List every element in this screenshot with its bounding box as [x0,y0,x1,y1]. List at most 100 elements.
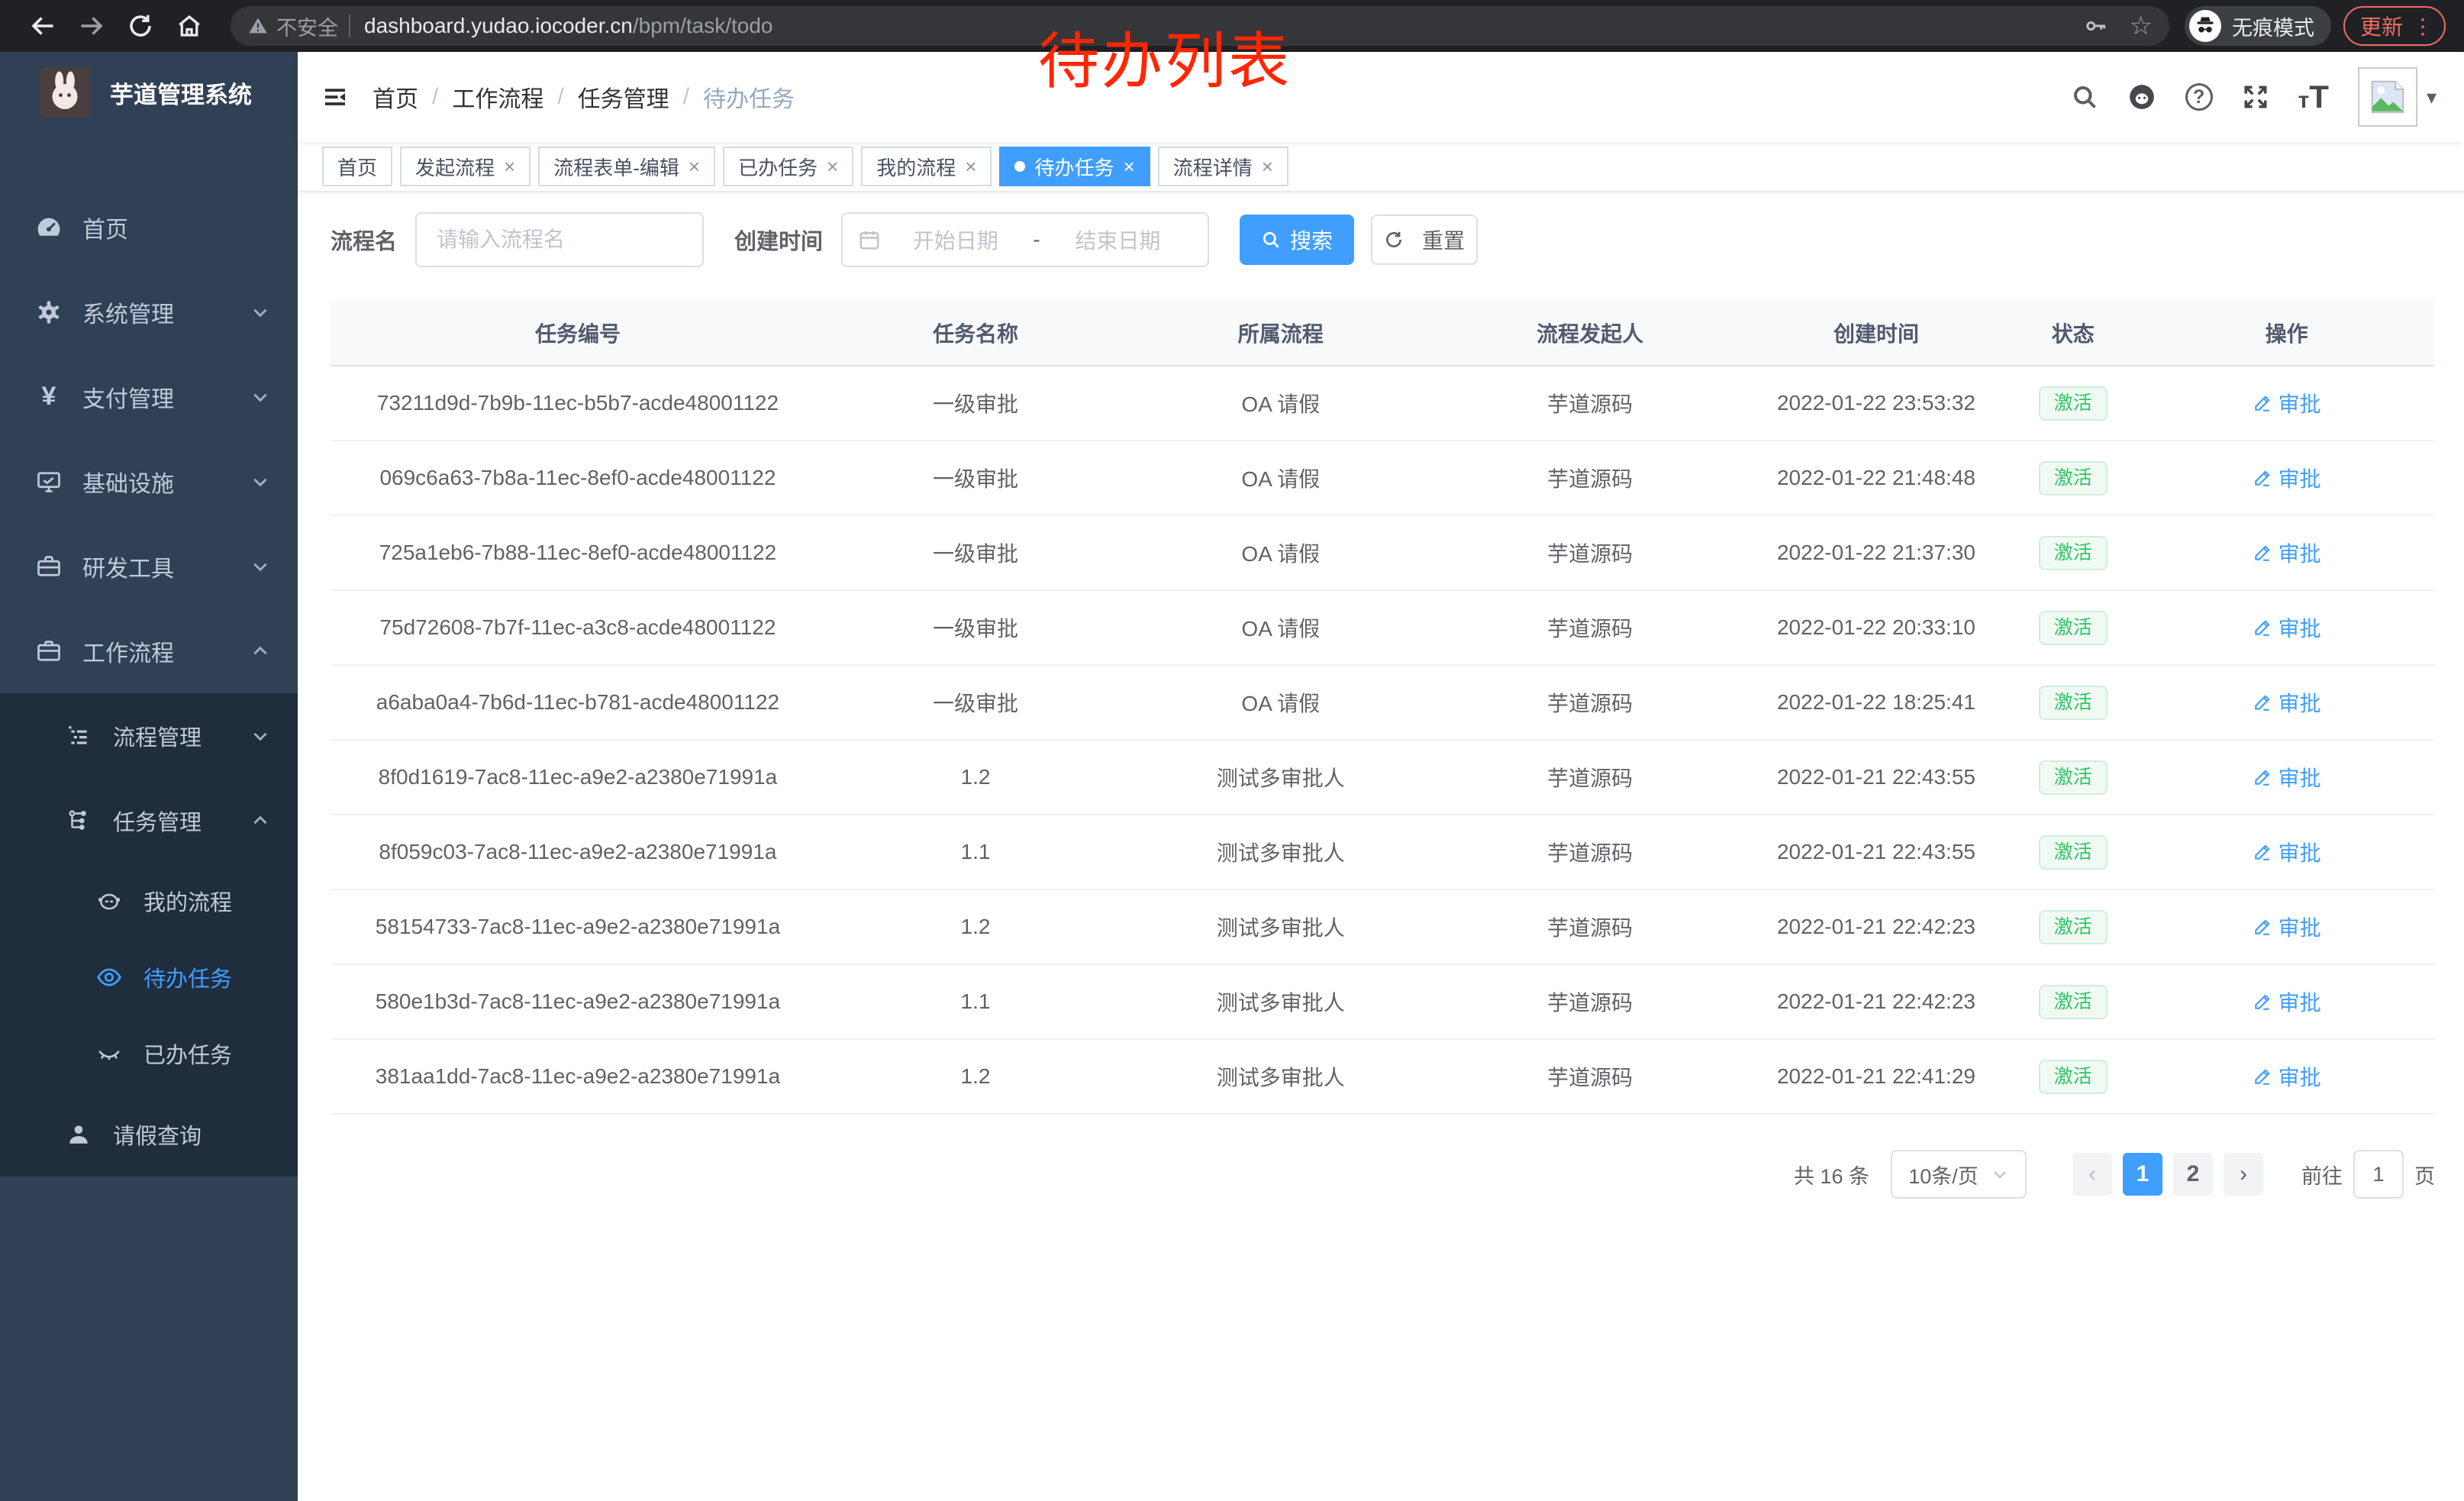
breadcrumb-task-management[interactable]: 任务管理 [578,80,669,114]
avatar-caret-icon[interactable]: ▾ [2427,86,2437,109]
sidebar-item-payment[interactable]: ¥ 支付管理 [0,354,298,439]
sidebar-item-label: 已办任务 [144,1038,232,1070]
approve-button[interactable]: 审批 [2253,837,2321,867]
sidebar-menu: 首页 系统管理 ¥ 支付管理 基础设施 研发工具 [0,185,298,1177]
forward-icon[interactable] [78,12,105,40]
page-button-2[interactable]: 2 [2173,1153,2213,1196]
avatar[interactable] [2358,67,2417,127]
incognito-badge: 无痕模式 [2185,6,2331,46]
help-icon[interactable]: ? [2185,83,2213,111]
search-icon[interactable] [2071,83,2098,111]
calendar-icon [858,228,881,251]
user-icon [66,1122,93,1148]
key-icon[interactable] [2084,14,2108,38]
close-icon[interactable]: × [965,155,976,179]
app-logo-row[interactable]: 芋道管理系统 [0,52,298,133]
tab-process-detail[interactable]: 流程详情× [1158,147,1288,186]
breadcrumb-workflow[interactable]: 工作流程 [452,80,543,114]
sidebar-item-task-management[interactable]: 任务管理 [0,778,298,863]
page-size-select[interactable]: 10条/页 [1891,1150,2027,1199]
approve-button[interactable]: 审批 [2253,612,2321,643]
tab-process-form-edit[interactable]: 流程表单-编辑× [538,147,715,186]
status-badge: 激活 [2039,686,2108,720]
approve-button[interactable]: 审批 [2253,388,2321,418]
sidebar-item-dev-tools[interactable]: 研发工具 [0,524,298,608]
breadcrumb-home[interactable]: 首页 [373,80,418,114]
dashboard-icon [35,214,63,241]
approve-button[interactable]: 审批 [2253,762,2321,792]
column-initiator: 流程发起人 [1435,318,1744,348]
security-label[interactable]: 不安全 [276,11,338,41]
sidebar-item-process-management[interactable]: 流程管理 [0,693,298,778]
goto-page-input[interactable] [2353,1150,2404,1199]
table-row: 069c6a63-7b8a-11ec-8ef0-acde48001122 一级审… [331,441,2435,516]
page-unit-label: 页 [2414,1160,2435,1190]
url-path: /bpm/task/todo [633,14,773,38]
toolbox-icon [35,553,63,580]
update-button[interactable]: 更新 ⋮ [2343,6,2446,46]
sidebar-collapse-icon[interactable] [321,82,350,111]
approve-button[interactable]: 审批 [2253,912,2321,942]
approve-button[interactable]: 审批 [2253,986,2321,1017]
reset-button[interactable]: 重置 [1371,215,1478,265]
approve-button[interactable]: 审批 [2253,1061,2321,1092]
sidebar-item-home[interactable]: 首页 [0,185,298,270]
home-icon[interactable] [176,12,203,40]
prev-page-button[interactable]: ‹ [2072,1153,2112,1196]
sidebar-item-todo-tasks[interactable]: 待办任务 [0,939,298,1015]
close-icon[interactable]: × [689,155,700,179]
breadcrumb-current: 待办任务 [703,80,795,114]
search-button[interactable]: 搜索 [1240,215,1354,265]
column-process: 所属流程 [1126,318,1435,348]
sidebar-item-label: 研发工具 [82,550,174,583]
tab-my-process[interactable]: 我的流程× [861,147,992,186]
status-badge: 激活 [2039,760,2108,795]
github-icon[interactable] [2127,82,2156,111]
sidebar-item-done-tasks[interactable]: 已办任务 [0,1015,298,1092]
sidebar-item-label: 工作流程 [82,634,174,668]
close-icon[interactable]: × [504,155,515,179]
close-icon[interactable]: × [827,155,838,179]
tab-start-process[interactable]: 发起流程× [400,147,531,186]
yen-icon: ¥ [35,382,63,412]
close-icon[interactable]: × [1262,155,1273,179]
date-range-picker[interactable]: 开始日期 - 结束日期 [841,212,1209,267]
next-page-button[interactable]: › [2224,1153,2263,1196]
list-icon [66,723,93,749]
sidebar-item-label: 流程管理 [113,720,202,752]
table-row: a6aba0a4-7b6d-11ec-b781-acde48001122 一级审… [331,666,2435,741]
pagination: 共 16 条 10条/页 ‹ 1 2 › 前往 页 [331,1150,2435,1199]
back-icon[interactable] [29,12,56,40]
tab-todo-tasks[interactable]: 待办任务× [999,147,1150,186]
sidebar: 芋道管理系统 首页 系统管理 ¥ 支付管理 基础设施 [0,52,298,1501]
status-badge: 激活 [2039,1060,2108,1094]
annotation-overlay: 待办列表 [1038,12,1292,101]
chevron-up-icon [250,811,270,831]
sidebar-item-infrastructure[interactable]: 基础设施 [0,439,298,524]
tab-done-tasks[interactable]: 已办任务× [723,147,853,186]
process-name-input[interactable] [415,212,704,267]
url-host: dashboard.yudao.iocoder.cn [364,14,633,38]
sidebar-item-system[interactable]: 系统管理 [0,270,298,354]
fullscreen-icon[interactable] [2242,83,2269,111]
approve-button[interactable]: 审批 [2253,687,2321,718]
status-badge: 激活 [2039,985,2108,1019]
bookmark-star-icon[interactable]: ☆ [2130,11,2153,41]
browser-menu-icon[interactable]: ⋮ [2412,14,2433,39]
approve-button[interactable]: 审批 [2253,537,2321,568]
sidebar-item-my-process[interactable]: 我的流程 [0,863,298,939]
refresh-icon [1384,230,1413,250]
status-badge: 激活 [2039,386,2108,421]
sidebar-item-workflow[interactable]: 工作流程 [0,608,298,693]
sidebar-item-leave-query[interactable]: 请假查询 [0,1092,298,1177]
font-size-icon[interactable]: тT [2298,79,2329,115]
app-navbar: 首页 / 工作流程 / 任务管理 / 待办任务 ? тT ▾ [298,52,2464,142]
page-button-1[interactable]: 1 [2123,1153,2162,1196]
status-badge: 激活 [2039,536,2108,570]
tags-view: 首页 发起流程× 流程表单-编辑× 已办任务× 我的流程× 待办任务× 流程详情… [298,142,2464,192]
approve-button[interactable]: 审批 [2253,463,2321,493]
close-icon[interactable]: × [1124,155,1135,179]
tab-home[interactable]: 首页 [322,147,392,186]
sidebar-item-label: 首页 [82,211,128,244]
reload-icon[interactable] [127,12,154,40]
